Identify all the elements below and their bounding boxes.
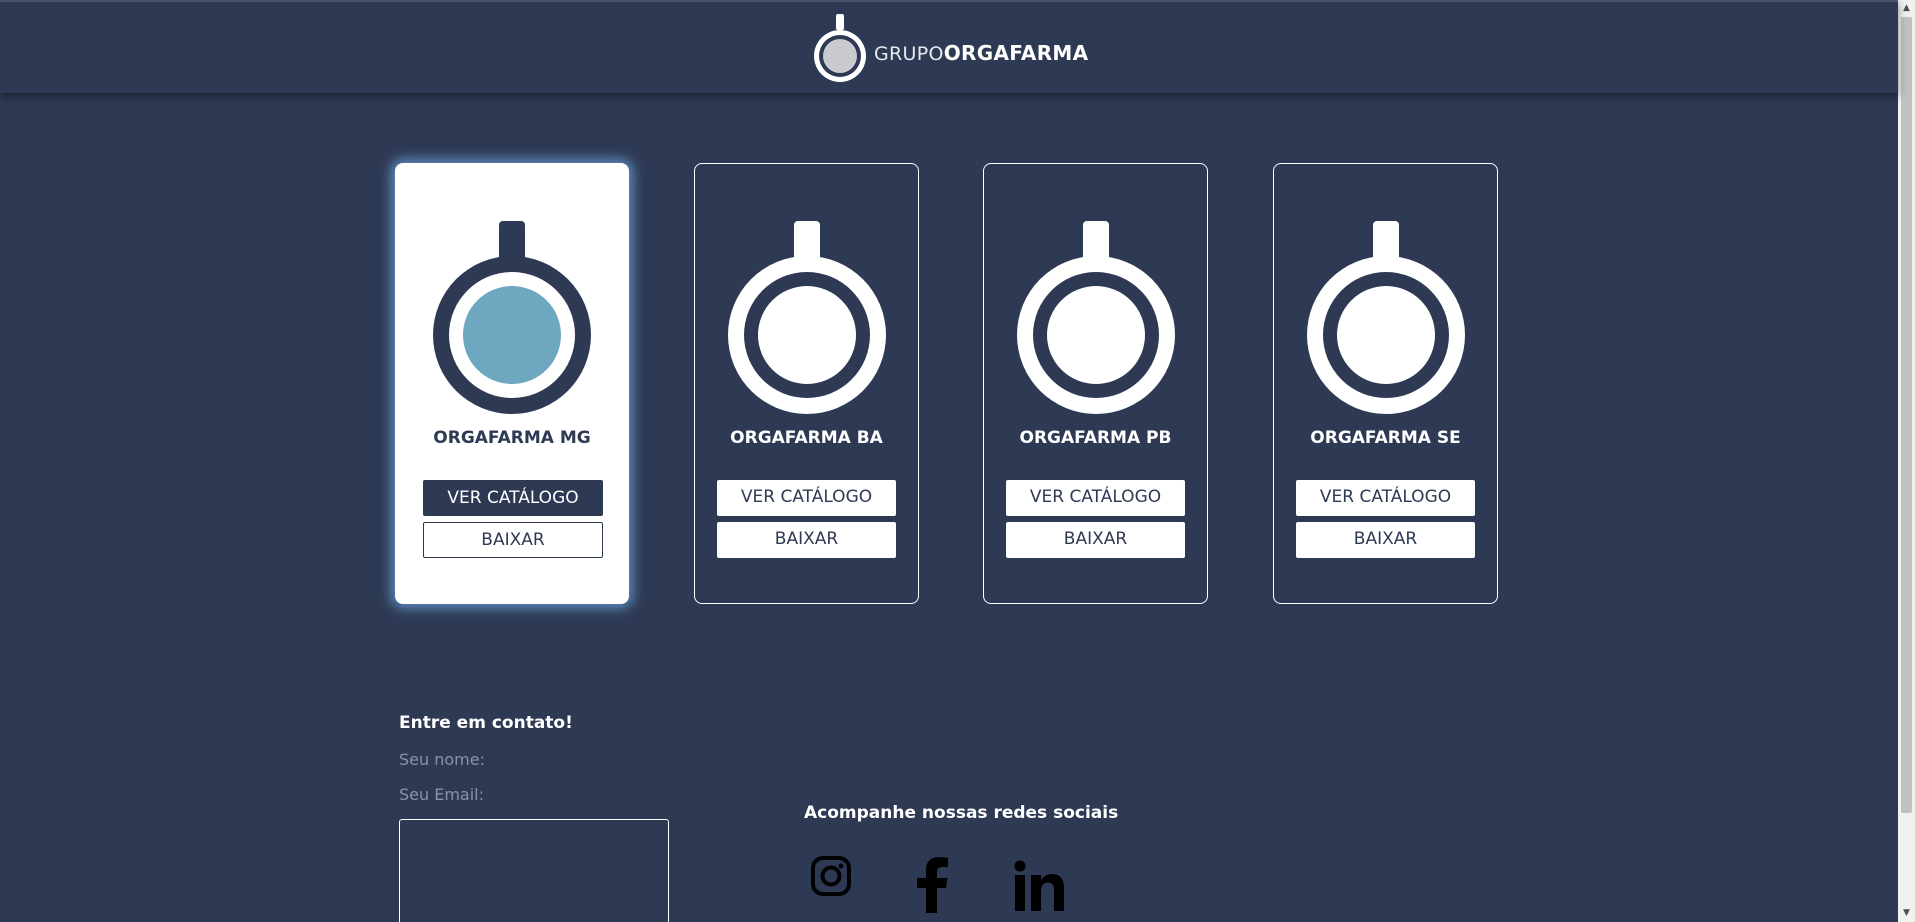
logo-text-thin: GRUPO — [874, 43, 944, 65]
facebook-icon[interactable] — [914, 857, 950, 913]
download-button[interactable]: BAIXAR — [1006, 522, 1185, 558]
download-button[interactable]: BAIXAR — [1296, 522, 1475, 558]
flask-icon — [433, 221, 591, 414]
card-orgafarma-ba[interactable]: ORGAFARMA BA VER CATÁLOGO BAIXAR — [694, 163, 919, 604]
email-field[interactable]: Seu Email: — [399, 785, 484, 804]
card-title: ORGAFARMA MG — [433, 428, 591, 448]
card-orgafarma-pb[interactable]: ORGAFARMA PB VER CATÁLOGO BAIXAR — [983, 163, 1208, 604]
linkedin-icon[interactable] — [1014, 860, 1064, 912]
card-orgafarma-se[interactable]: ORGAFARMA SE VER CATÁLOGO BAIXAR — [1273, 163, 1498, 604]
flask-icon — [1307, 221, 1465, 414]
instagram-icon[interactable] — [810, 855, 852, 897]
card-orgafarma-mg[interactable]: ORGAFARMA MG VER CATÁLOGO BAIXAR — [395, 163, 629, 604]
card-title: ORGAFARMA SE — [1310, 428, 1461, 448]
view-catalog-button[interactable]: VER CATÁLOGO — [717, 480, 896, 516]
flask-icon — [728, 221, 886, 414]
logo-text: GRUPOORGAFARMA — [874, 41, 1088, 65]
logo[interactable]: GRUPOORGAFARMA — [810, 12, 1088, 86]
page: GRUPOORGAFARMA ORGAFARMA MG VER CATÁLOGO… — [0, 0, 1915, 922]
header: GRUPOORGAFARMA — [0, 0, 1898, 93]
download-button[interactable]: BAIXAR — [423, 522, 603, 558]
scroll-up-arrow-icon[interactable]: ▲ — [1898, 0, 1915, 17]
logo-text-bold: ORGAFARMA — [943, 41, 1089, 65]
contact-title: Entre em contato! — [399, 713, 573, 733]
name-field[interactable]: Seu nome: — [399, 750, 485, 769]
message-textarea[interactable] — [399, 819, 669, 922]
view-catalog-button[interactable]: VER CATÁLOGO — [1296, 480, 1475, 516]
social-title: Acompanhe nossas redes sociais — [804, 803, 1119, 823]
download-button[interactable]: BAIXAR — [717, 522, 896, 558]
scrollbar-thumb[interactable] — [1901, 17, 1912, 813]
card-title: ORGAFARMA PB — [1019, 428, 1172, 448]
scroll-down-arrow-icon[interactable]: ▼ — [1898, 905, 1915, 922]
flask-icon — [1017, 221, 1175, 414]
view-catalog-button[interactable]: VER CATÁLOGO — [423, 480, 603, 516]
logo-icon — [814, 14, 866, 82]
vertical-scrollbar[interactable]: ▲ ▼ — [1898, 0, 1915, 922]
card-title: ORGAFARMA BA — [730, 428, 883, 448]
view-catalog-button[interactable]: VER CATÁLOGO — [1006, 480, 1185, 516]
